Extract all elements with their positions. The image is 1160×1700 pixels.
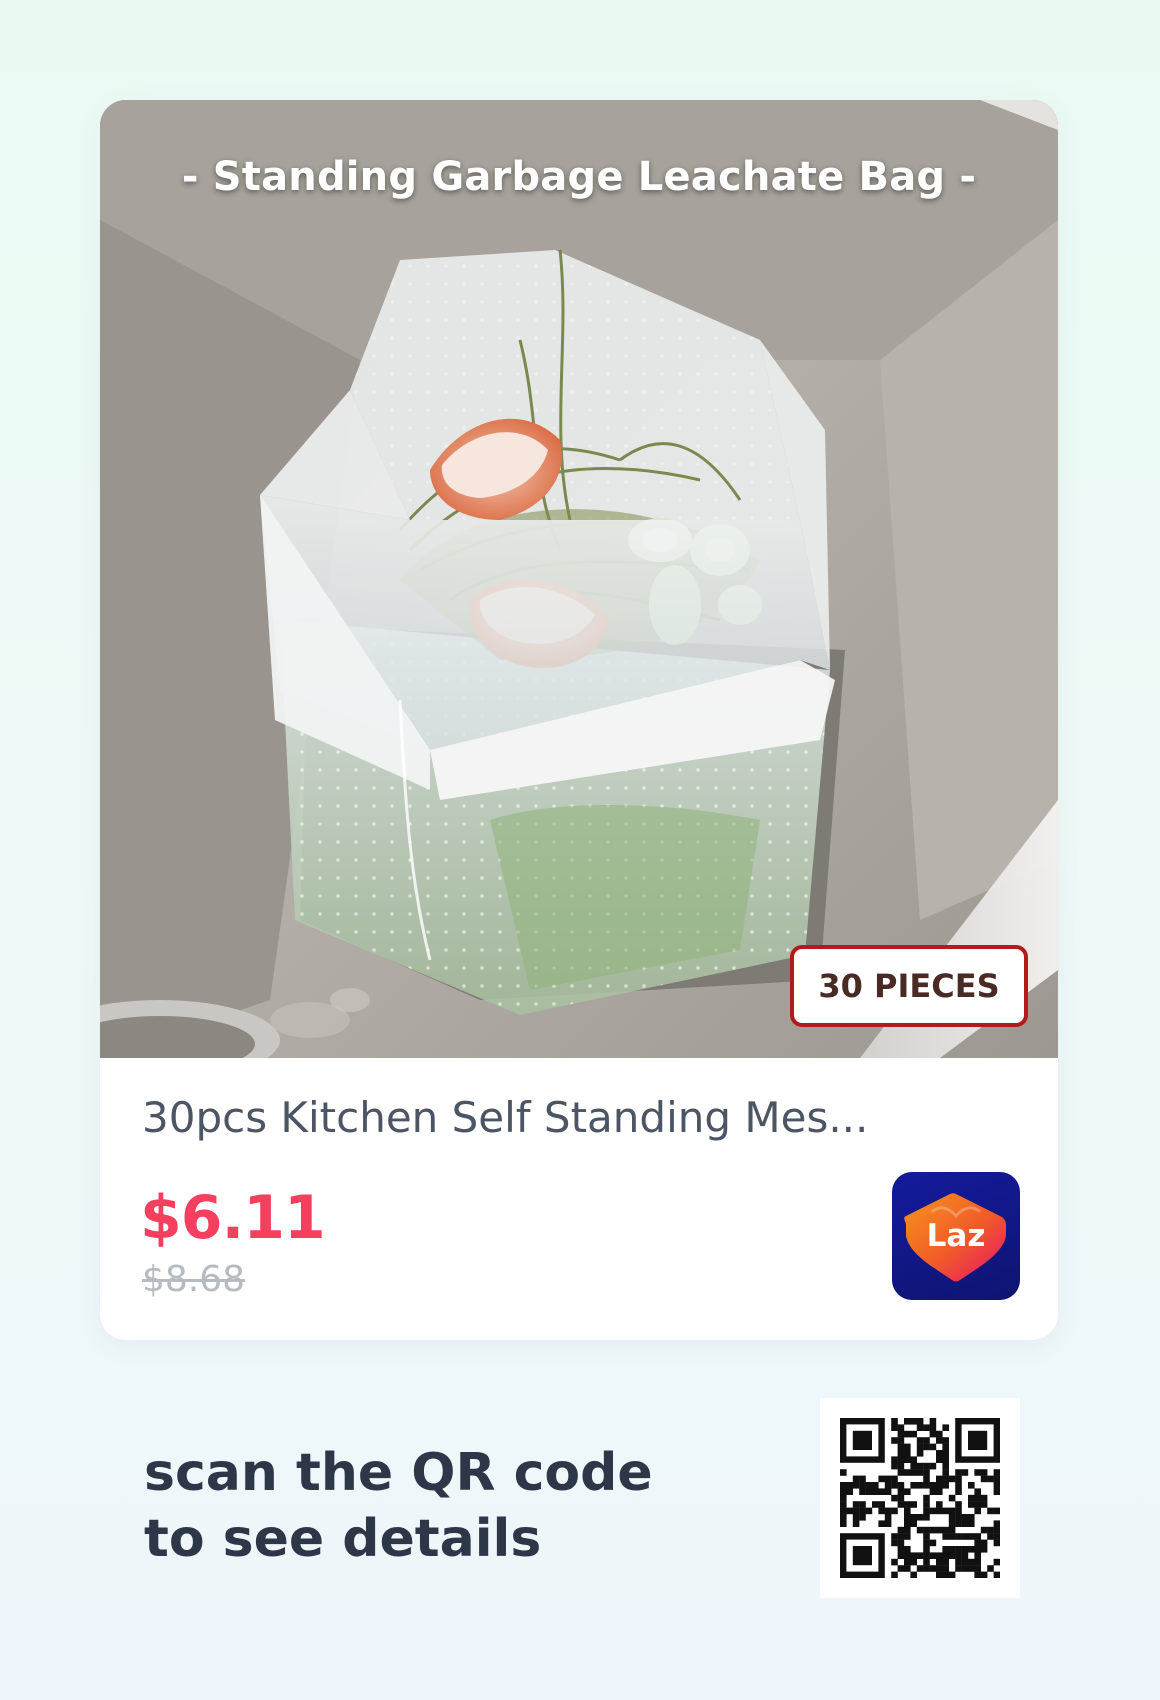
product-card[interactable]: - Standing Garbage Leachate Bag - 30 PIE… [100,100,1058,1340]
scan-instruction-line1: scan the QR code [144,1443,653,1503]
image-caption: - Standing Garbage Leachate Bag - [181,154,977,200]
pieces-badge: 30 PIECES [790,945,1028,1027]
sink-photo-illustration [100,100,1058,1058]
product-image[interactable]: - Standing Garbage Leachate Bag - 30 PIE… [100,100,1058,1058]
scan-instruction: scan the QR code to see details [144,1440,653,1572]
lazada-logo-text: Laz [926,1218,986,1254]
lazada-store-logo[interactable]: Laz [892,1172,1020,1300]
original-price: $8.68 [142,1259,246,1300]
product-title[interactable]: 30pcs Kitchen Self Standing Mes... [142,1090,962,1146]
qr-code[interactable] [820,1398,1020,1598]
current-price: $6.11 [140,1183,326,1253]
scan-instruction-line2: to see details [144,1509,542,1569]
qr-code-pattern [840,1418,1000,1578]
